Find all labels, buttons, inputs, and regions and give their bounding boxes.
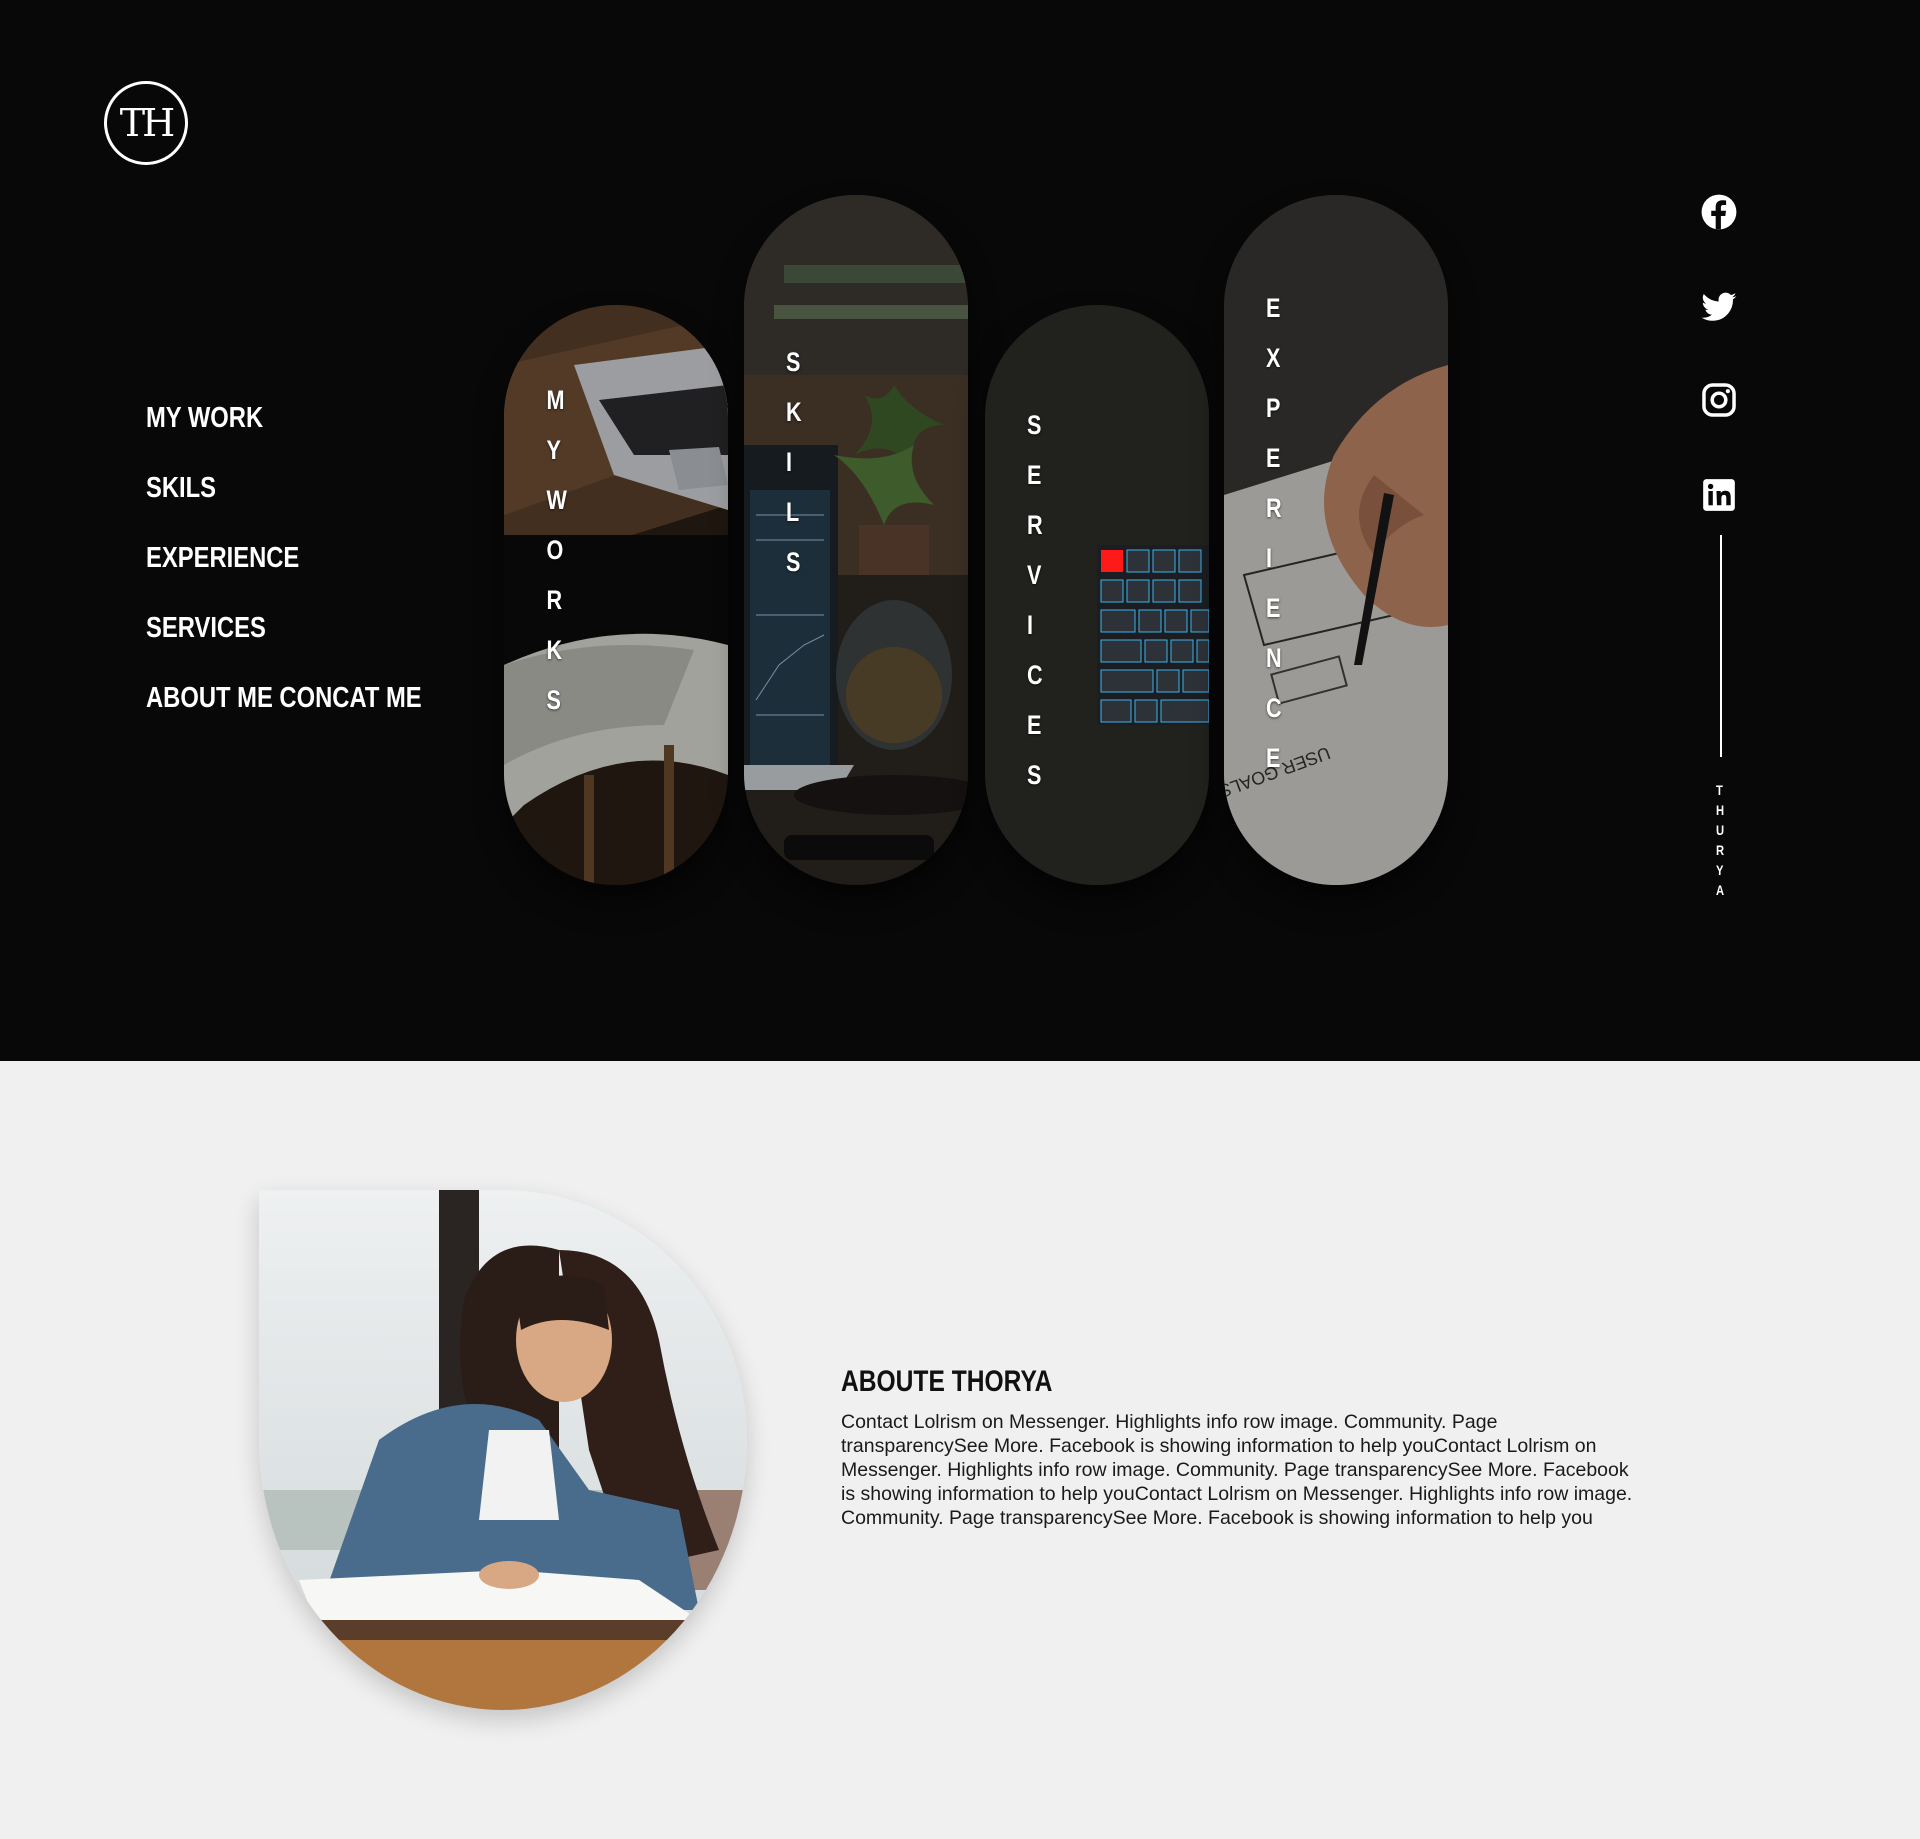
card-my-works-photo [504, 305, 728, 885]
about-title: ABOUTE THORYA [841, 1365, 1053, 1398]
card-skils-label: SKILS [785, 347, 802, 577]
about-photo-image [259, 1190, 747, 1710]
card-skils-photo [744, 195, 968, 885]
card-my-works[interactable]: MYWORKS [504, 305, 728, 885]
facebook-icon[interactable] [1700, 193, 1738, 231]
card-services-photo [985, 305, 1209, 885]
linkedin-icon[interactable] [1700, 476, 1738, 514]
nav-item-skils[interactable]: SKILS [146, 462, 422, 532]
card-services[interactable]: SERVICES [985, 305, 1209, 885]
card-skils[interactable]: SKILS [744, 195, 968, 885]
nav-item-about-contact[interactable]: ABOUT ME CONCAT ME [146, 672, 422, 742]
main-nav: MY WORK SKILS EXPERIENCE SERVICES ABOUT … [146, 392, 482, 742]
card-experience-photo: USER GOALS [1224, 195, 1448, 885]
about-text: Contact Lolrism on Messenger. Highlights… [841, 1411, 1633, 1529]
brand-vertical-text: THURYA [1716, 782, 1725, 898]
social-divider-line [1720, 535, 1722, 757]
nav-item-my-work[interactable]: MY WORK [146, 392, 422, 462]
card-my-works-label: MYWORKS [546, 385, 567, 715]
about-photo [259, 1190, 747, 1710]
nav-item-services[interactable]: SERVICES [146, 602, 422, 672]
instagram-icon[interactable] [1700, 381, 1738, 419]
twitter-icon[interactable] [1700, 288, 1738, 326]
card-services-label: SERVICES [1026, 410, 1043, 790]
logo[interactable]: TH [104, 81, 188, 165]
card-experience[interactable]: USER GOALS EXPERIENCE [1224, 195, 1448, 885]
nav-item-experience[interactable]: EXPERIENCE [146, 532, 422, 602]
hero-section: TH MY WORK SKILS EXPERIENCE SERVICES ABO… [0, 0, 1920, 1061]
card-experience-label: EXPERIENCE [1265, 293, 1282, 773]
logo-text: TH [119, 101, 176, 145]
